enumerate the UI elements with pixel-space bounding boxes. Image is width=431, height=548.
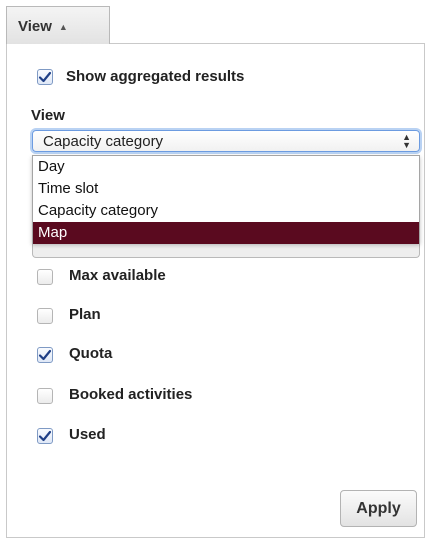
view-select-dropdown: Day Time slot Capacity category Map xyxy=(32,155,420,244)
dropdown-option-map[interactable]: Map xyxy=(33,222,419,244)
booked-activities-checkbox[interactable] xyxy=(37,388,53,404)
caret-up-icon: ▲ xyxy=(58,22,68,32)
view-toggle-button[interactable]: View ▲ xyxy=(6,6,110,45)
view-toggle-label: View xyxy=(18,17,52,35)
checkmark-icon xyxy=(38,430,52,442)
dropdown-option-capacity-category[interactable]: Capacity category xyxy=(33,200,419,222)
checkmark-icon xyxy=(38,71,52,83)
view-select-value: Capacity category xyxy=(43,132,164,150)
select-arrows-icon: ▲ ▼ xyxy=(402,133,411,150)
view-select[interactable]: Capacity category ▲ ▼ xyxy=(32,130,420,152)
quota-label: Quota xyxy=(69,345,113,362)
checkmark-icon xyxy=(38,349,52,361)
apply-button[interactable]: Apply xyxy=(340,490,417,527)
quota-checkbox[interactable] xyxy=(37,347,53,363)
used-checkbox[interactable] xyxy=(37,428,53,444)
view-field-label: View xyxy=(31,107,65,124)
show-aggregated-label: Show aggregated results xyxy=(66,68,245,85)
dropdown-option-day[interactable]: Day xyxy=(33,156,419,178)
arrow-down-icon: ▼ xyxy=(402,140,411,150)
used-label: Used xyxy=(69,426,106,443)
view-options-panel xyxy=(6,44,425,538)
dropdown-option-time-slot[interactable]: Time slot xyxy=(33,178,419,200)
max-available-checkbox[interactable] xyxy=(37,269,53,285)
booked-activities-label: Booked activities xyxy=(69,386,193,403)
plan-label: Plan xyxy=(69,306,101,323)
show-aggregated-checkbox[interactable] xyxy=(37,69,53,85)
max-available-label: Max available xyxy=(69,267,166,284)
plan-checkbox[interactable] xyxy=(37,308,53,324)
